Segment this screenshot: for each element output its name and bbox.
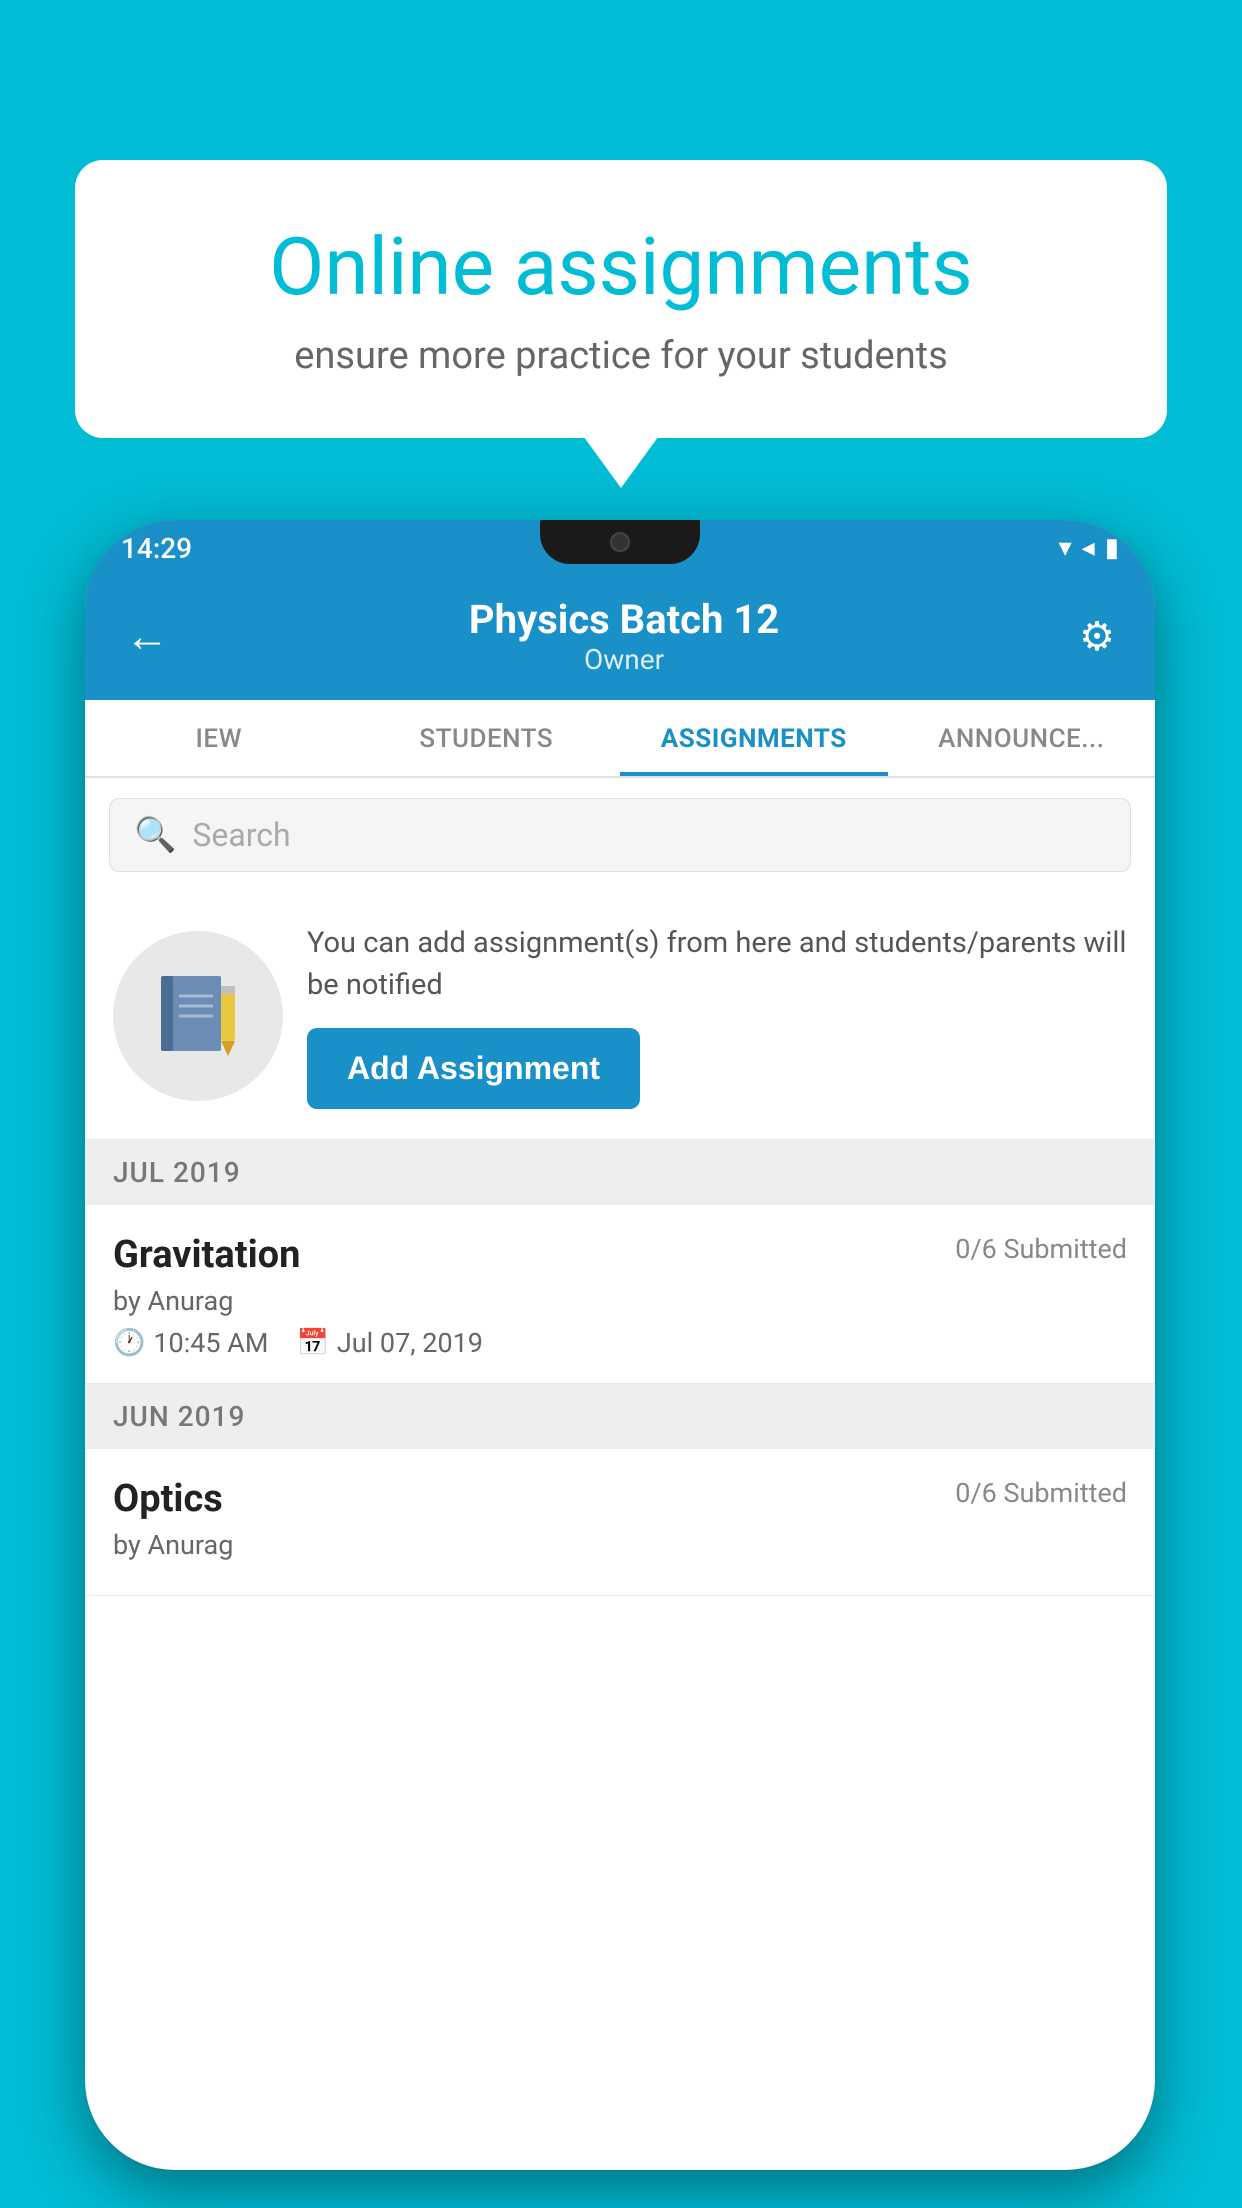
bubble-title: Online assignments <box>155 220 1087 314</box>
assignment-item-gravitation[interactable]: Gravitation 0/6 Submitted by Anurag 🕐 10… <box>85 1205 1155 1384</box>
assignment-by-optics: by Anurag <box>113 1529 1127 1561</box>
assignment-meta: 🕐 10:45 AM 📅 Jul 07, 2019 <box>113 1327 1127 1359</box>
batch-name: Physics Batch 12 <box>469 596 779 643</box>
assignment-row1: Gravitation 0/6 Submitted <box>113 1233 1127 1277</box>
assignment-name: Gravitation <box>113 1233 300 1277</box>
time-value: 10:45 AM <box>153 1327 268 1359</box>
search-box[interactable]: 🔍 Search <box>109 798 1131 872</box>
calendar-icon: 📅 <box>297 1328 329 1358</box>
add-assignment-button[interactable]: Add Assignment <box>307 1028 640 1109</box>
notebook-svg <box>153 971 243 1061</box>
assignment-submitted: 0/6 Submitted <box>955 1233 1127 1265</box>
wifi-icon: ▾ <box>1059 533 1072 563</box>
promo-description: You can add assignment(s) from here and … <box>307 922 1127 1006</box>
assignment-row1-optics: Optics 0/6 Submitted <box>113 1477 1127 1521</box>
section-header-jul: JUL 2019 <box>85 1140 1155 1205</box>
section-header-jun: JUN 2019 <box>85 1384 1155 1449</box>
search-placeholder: Search <box>192 816 290 854</box>
promo-text-block: You can add assignment(s) from here and … <box>307 922 1127 1109</box>
user-role: Owner <box>469 643 779 676</box>
header-title-block: Physics Batch 12 Owner <box>469 596 779 676</box>
back-button[interactable]: ← <box>125 610 169 662</box>
search-container: 🔍 Search <box>85 778 1155 892</box>
assignment-submitted-optics: 0/6 Submitted <box>955 1477 1127 1509</box>
assignment-time: 🕐 10:45 AM <box>113 1327 269 1359</box>
clock-icon: 🕐 <box>113 1328 145 1358</box>
tab-iew[interactable]: IEW <box>85 700 353 776</box>
assignment-by: by Anurag <box>113 1285 1127 1317</box>
assignment-name-optics: Optics <box>113 1477 223 1521</box>
search-icon: 🔍 <box>134 815 176 855</box>
date-value: Jul 07, 2019 <box>337 1327 483 1359</box>
settings-icon[interactable]: ⚙ <box>1079 613 1115 660</box>
tab-announcements[interactable]: ANNOUNCE... <box>888 700 1156 776</box>
status-bar: 14:29 ▾ ◂ ▮ <box>85 520 1155 576</box>
assignment-icon <box>153 971 243 1061</box>
add-assignment-promo: You can add assignment(s) from here and … <box>85 892 1155 1140</box>
status-time: 14:29 <box>121 532 192 565</box>
signal-icon: ◂ <box>1082 533 1095 563</box>
bubble-subtitle: ensure more practice for your students <box>155 334 1087 378</box>
info-card: Online assignments ensure more practice … <box>75 160 1167 438</box>
phone-screen: 14:29 ▾ ◂ ▮ ← Physics Batch 12 Owner ⚙ I… <box>85 520 1155 2170</box>
tab-assignments[interactable]: ASSIGNMENTS <box>620 700 888 776</box>
status-icons: ▾ ◂ ▮ <box>1059 533 1119 563</box>
battery-icon: ▮ <box>1105 533 1119 563</box>
app-header: ← Physics Batch 12 Owner ⚙ <box>85 576 1155 700</box>
tab-students[interactable]: STUDENTS <box>353 700 621 776</box>
promo-icon-circle <box>113 931 283 1101</box>
phone-frame: 14:29 ▾ ◂ ▮ ← Physics Batch 12 Owner ⚙ I… <box>85 520 1155 2170</box>
assignment-item-optics[interactable]: Optics 0/6 Submitted by Anurag <box>85 1449 1155 1596</box>
assignment-date: 📅 Jul 07, 2019 <box>297 1327 483 1359</box>
notch <box>540 520 700 564</box>
tabs-bar: IEW STUDENTS ASSIGNMENTS ANNOUNCE... <box>85 700 1155 778</box>
front-camera <box>610 532 630 552</box>
